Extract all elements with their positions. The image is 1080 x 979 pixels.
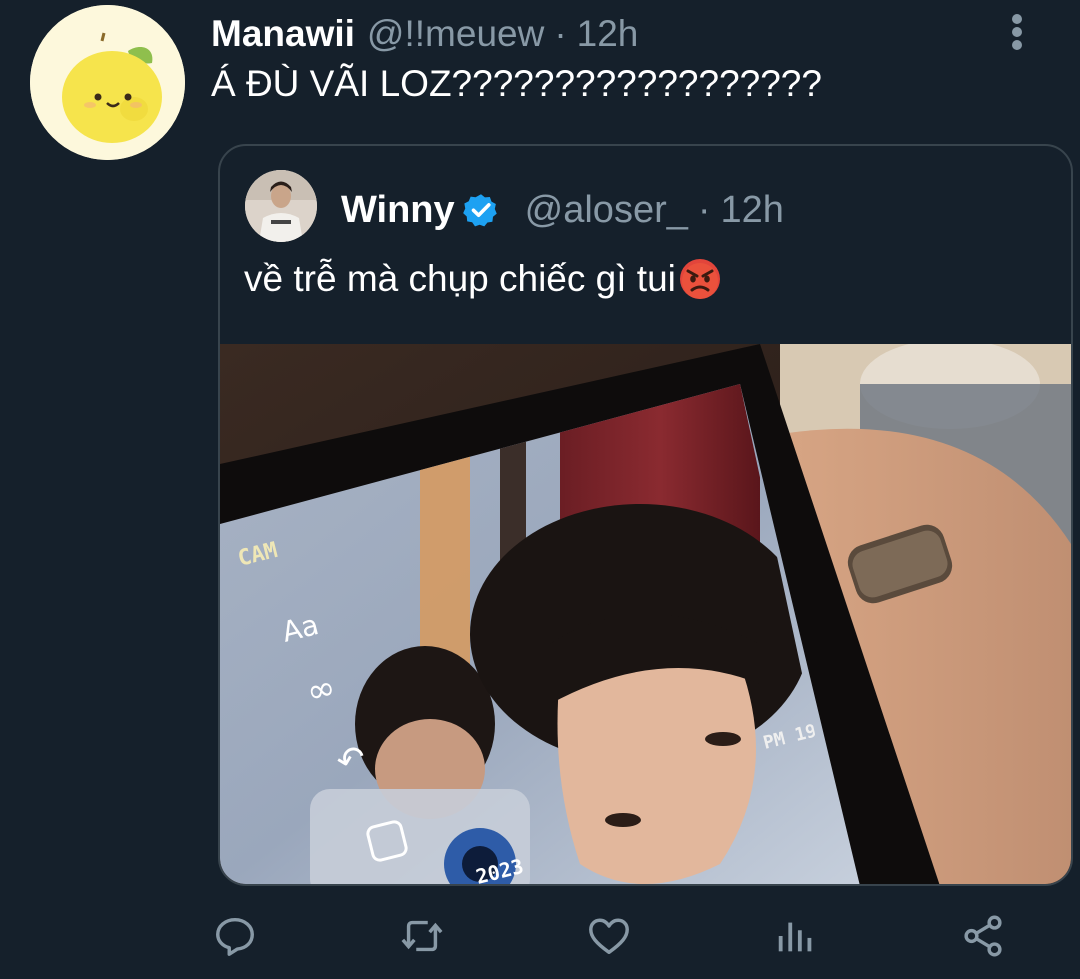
tweet[interactable]: Manawii @!!meuew · 12h Á ĐÙ VÃI LOZ?????…: [0, 0, 1080, 979]
author-name[interactable]: Manawii: [211, 12, 355, 56]
like-button[interactable]: [584, 911, 634, 961]
more-vertical-icon-dot: [1012, 40, 1022, 50]
angry-face-emoji: [679, 259, 720, 299]
retweet-icon: [401, 920, 443, 952]
share-button[interactable]: [958, 911, 1008, 961]
reply-button[interactable]: [210, 911, 260, 961]
photo-of-phone-screen: CAM Aa ∞ ↶ PM 19:27 2023: [220, 344, 1071, 884]
meta-separator: ·: [554, 13, 567, 54]
analytics-button[interactable]: [771, 911, 821, 961]
person-avatar-icon: [245, 170, 317, 242]
quoted-author-handle[interactable]: @aloser_: [525, 188, 688, 232]
quoted-tweet-text-row: về trễ mà chụp chiếc gì tui: [244, 257, 722, 301]
more-options-button[interactable]: [1000, 12, 1034, 52]
author-avatar[interactable]: [30, 5, 185, 160]
quoted-tweet-time[interactable]: 12h: [721, 188, 784, 232]
share-icon: [964, 915, 1002, 957]
reply-icon: [216, 917, 254, 956]
more-vertical-icon-dot: [1012, 27, 1022, 37]
analytics-icon: [778, 922, 812, 952]
verified-badge-icon: [462, 194, 497, 227]
author-handle[interactable]: @!!meuew: [367, 12, 544, 56]
more-vertical-icon: [1012, 14, 1022, 24]
tweet-meta: @!!meuew · 12h: [367, 12, 638, 56]
tweet-header: Manawii @!!meuew · 12h: [211, 12, 638, 56]
quoted-tweet-text: về trễ mà chụp chiếc gì tui: [244, 258, 676, 299]
quoted-tweet-header: Winny @aloser_ · 12h: [341, 188, 784, 232]
lemon-avatar-icon: [30, 5, 185, 160]
tweet-time[interactable]: 12h: [577, 12, 639, 56]
tweet-text: Á ĐÙ VÃI LOZ??????????????????: [211, 63, 822, 104]
quoted-tweet-meta: @aloser_ · 12h: [525, 188, 784, 232]
heart-icon: [589, 918, 629, 955]
retweet-button[interactable]: [397, 911, 447, 961]
meta-separator: ·: [697, 189, 711, 231]
quoted-author-name[interactable]: Winny: [341, 188, 455, 232]
tweet-actions: [0, 905, 1080, 965]
quoted-tweet-media[interactable]: CAM Aa ∞ ↶ PM 19:27 2023: [220, 344, 1071, 884]
quoted-author-avatar[interactable]: [245, 170, 317, 242]
quoted-tweet[interactable]: Winny @aloser_ · 12h về trễ mà chụp chiế…: [218, 144, 1073, 886]
